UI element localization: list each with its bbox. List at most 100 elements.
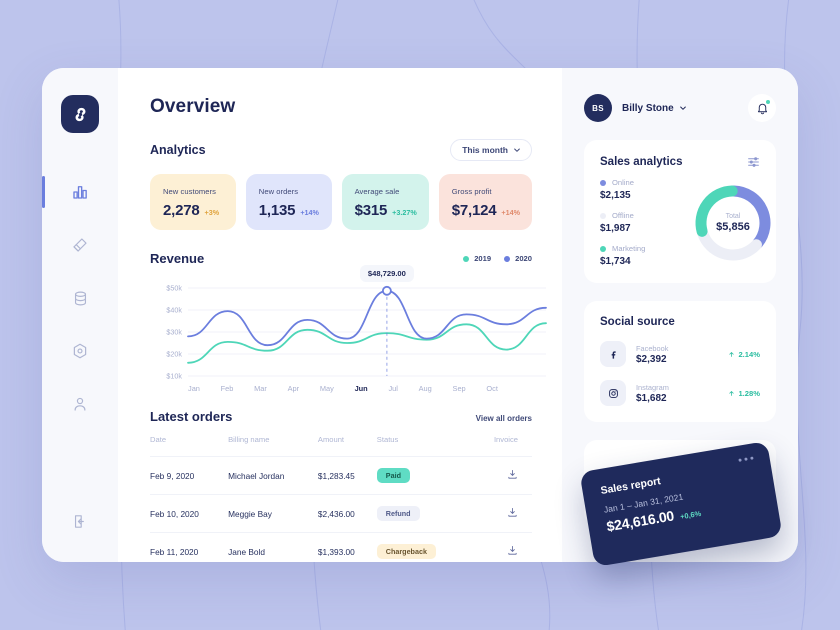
- user-profile[interactable]: BS Billy Stone: [584, 94, 687, 122]
- segment-value: $2,135: [600, 190, 631, 201]
- sidebar-item-database[interactable]: [60, 283, 100, 313]
- social-value: $1,682: [636, 392, 667, 404]
- segment-name: Offline: [612, 211, 634, 220]
- sidebar-item-profile[interactable]: [60, 389, 100, 419]
- table-row[interactable]: Feb 10, 2020 Meggie Bay $2,436.00 Refund: [150, 494, 532, 533]
- table-row[interactable]: Feb 11, 2020 Jane Bold $1,393.00 Chargeb…: [150, 532, 532, 570]
- svg-text:$50k: $50k: [166, 284, 182, 293]
- cell-amount: $1,393.00: [317, 532, 377, 570]
- table-header-row: Date Billing name Amount Status Invoice: [150, 435, 532, 457]
- sales-analytics-header: Sales analytics: [600, 155, 760, 168]
- cell-status: Refund: [376, 494, 472, 533]
- stat-card-gross-profit[interactable]: Gross profit $7,124 +14%: [438, 174, 532, 230]
- instagram-icon-wrap: [600, 380, 626, 406]
- instagram-icon: [608, 388, 618, 398]
- stat-value: $7,124: [451, 202, 497, 219]
- revenue-x-axis: Jan Feb Mar Apr May Jun Jul Aug Sep Oct: [150, 384, 532, 393]
- x-tick: Mar: [254, 384, 267, 393]
- x-tick: May: [319, 384, 334, 393]
- column-header-amount: Amount: [317, 435, 345, 444]
- period-select[interactable]: This month: [450, 139, 532, 161]
- social-delta: 2.14%: [728, 350, 760, 359]
- x-tick: Feb: [220, 384, 234, 393]
- svg-text:$20k: $20k: [166, 350, 182, 359]
- column-header-invoice: Invoice: [493, 435, 518, 444]
- database-icon: [74, 291, 86, 305]
- column-header-date: Date: [150, 435, 167, 444]
- orders-table: Date Billing name Amount Status Invoice …: [150, 435, 532, 570]
- cell-amount: $1,283.45: [317, 456, 377, 495]
- download-icon[interactable]: [507, 507, 518, 518]
- svg-text:$40k: $40k: [166, 306, 182, 315]
- app-logo[interactable]: [61, 95, 99, 133]
- view-all-orders-link[interactable]: View all orders: [476, 414, 532, 423]
- cell-status: Chargeback: [376, 532, 472, 570]
- sidebar-item-settings[interactable]: [60, 336, 100, 366]
- cell-date: Feb 9, 2020: [150, 456, 229, 495]
- page-title: Overview: [150, 96, 236, 117]
- hexagon-gear-icon: [73, 343, 87, 359]
- social-source-title: Social source: [600, 316, 675, 328]
- sidebar-nav: [42, 176, 118, 419]
- sidebar-item-campaigns[interactable]: [60, 230, 100, 260]
- segment-name: Online: [612, 178, 634, 187]
- sales-analytics-title: Sales analytics: [600, 155, 683, 168]
- social-value: $2,392: [636, 353, 667, 365]
- megaphone-icon: [73, 238, 87, 252]
- arrow-up-icon: [729, 351, 735, 357]
- social-row-facebook[interactable]: Facebook $2,392 2.14%: [600, 341, 760, 367]
- segment-name: Marketing: [612, 244, 646, 253]
- segment-online[interactable]: Online $2,135: [600, 178, 684, 201]
- download-icon[interactable]: [507, 469, 518, 480]
- cell-billing-name: Jane Bold: [228, 532, 318, 570]
- logout-icon: [74, 515, 84, 528]
- sales-donut-chart: Total $5,856: [690, 180, 776, 266]
- sidebar: [42, 68, 118, 562]
- cell-date: Feb 11, 2020: [150, 532, 229, 570]
- cell-billing-name: Michael Jordan: [228, 456, 318, 495]
- stat-value: 2,278: [163, 202, 200, 219]
- social-delta-value: 1.28%: [738, 388, 760, 398]
- stat-card-average-sale[interactable]: Average sale $315 +3.27%: [341, 174, 429, 230]
- social-row-instagram[interactable]: Instagram $1,682 1.28%: [600, 380, 760, 406]
- cell-date: Feb 10, 2020: [150, 494, 229, 533]
- legend-item-2019[interactable]: 2019: [463, 254, 491, 263]
- segment-marketing[interactable]: Marketing $1,734: [600, 244, 684, 267]
- stat-card-new-orders[interactable]: New orders 1,135 +14%: [245, 174, 332, 230]
- sales-analytics-card: Sales analytics Online $2,135 Offline $1…: [584, 140, 776, 283]
- legend-dot: [463, 255, 470, 262]
- sliders-icon[interactable]: [747, 155, 760, 168]
- revenue-chart-svg: $10k $20k $30k $40k $50k: [166, 284, 547, 381]
- cell-invoice: [471, 532, 532, 570]
- legend-dot: [504, 255, 511, 262]
- column-header-billing-name: Billing name: [228, 435, 270, 444]
- download-icon[interactable]: [507, 545, 518, 556]
- donut-total-value: $5,856: [716, 220, 750, 233]
- x-tick: Aug: [418, 384, 432, 393]
- social-name: Facebook: [636, 343, 669, 353]
- cell-status: Paid: [376, 456, 472, 495]
- table-row[interactable]: Feb 9, 2020 Michael Jordan $1,283.45 Pai…: [150, 456, 532, 495]
- segment-offline[interactable]: Offline $1,987: [600, 211, 684, 234]
- logo-mark-icon: [75, 107, 85, 121]
- social-delta: 1.28%: [728, 389, 760, 398]
- revenue-header: Revenue 2019 2020: [150, 251, 532, 266]
- analytics-title: Analytics: [150, 143, 206, 157]
- social-source-list: Facebook $2,392 2.14% Instagram $1,682 1…: [600, 341, 760, 406]
- notifications-button[interactable]: [748, 94, 776, 122]
- status-badge: Refund: [376, 506, 420, 521]
- arrow-up-icon: [729, 390, 735, 396]
- segment-value: $1,987: [600, 223, 631, 234]
- segment-dot: [600, 212, 606, 219]
- legend-item-2020[interactable]: 2020: [504, 254, 532, 263]
- user-name-dropdown[interactable]: Billy Stone: [622, 103, 687, 114]
- avatar: BS: [584, 94, 612, 122]
- sidebar-logout-button[interactable]: [42, 513, 118, 530]
- revenue-legend: 2019 2020: [463, 254, 532, 263]
- user-header: BS Billy Stone: [584, 94, 776, 122]
- x-tick-current: Jun: [354, 384, 368, 393]
- facebook-icon: [611, 350, 616, 359]
- sidebar-item-analytics[interactable]: [42, 176, 100, 208]
- stat-card-new-customers[interactable]: New customers 2,278 +3%: [150, 174, 236, 230]
- period-select-label: This month: [462, 145, 508, 155]
